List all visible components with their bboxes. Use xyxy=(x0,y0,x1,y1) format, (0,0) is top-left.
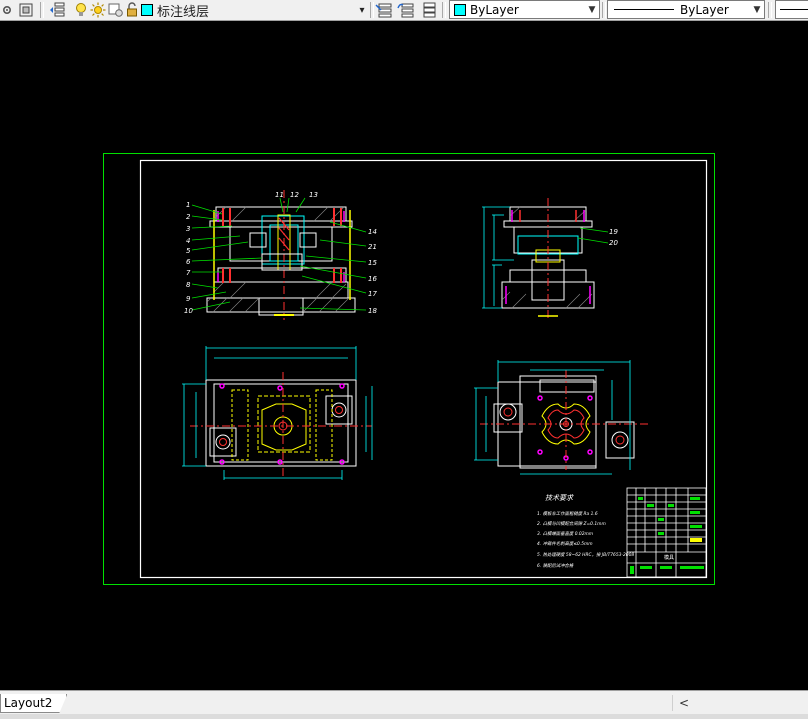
status-strip xyxy=(0,714,808,719)
tech-req-line: 5. 热处理硬度 58~62 HRC，按 JB/T7653-2008 xyxy=(537,552,634,558)
sun-thaw-icon[interactable] xyxy=(90,1,106,19)
drawing-frame xyxy=(139,159,708,579)
balloon-label: 16 xyxy=(368,275,377,283)
balloon-label: 13 xyxy=(309,191,318,199)
layer-state-icon[interactable] xyxy=(17,1,35,19)
drawing-canvas[interactable]: 1 2 3 4 5 6 7 8 9 10 11 12 13 14 21 15 1… xyxy=(0,21,808,690)
balloon-label: 6 xyxy=(186,258,191,266)
balloon-label: 18 xyxy=(368,307,377,315)
tech-req-line: 2. 凸模与凹模配合间隙 Z=0.1mm xyxy=(537,521,606,527)
balloons-side: 19 20 xyxy=(609,228,618,247)
paper-layout: 1 2 3 4 5 6 7 8 9 10 11 12 13 14 21 15 1… xyxy=(103,153,715,585)
layer-previous-icon[interactable] xyxy=(397,1,415,19)
scroll-left-button[interactable]: < xyxy=(679,696,689,710)
technical-requirements: 技术要求 1. 模板非工作面粗糙度 Ra 1.6 2. 凸模与凹模配合间隙 Z=… xyxy=(537,494,634,569)
balloon-label: 4 xyxy=(186,237,190,245)
balloon-label: 15 xyxy=(368,259,377,267)
top-view xyxy=(182,346,373,480)
linetype-combo-value: ByLayer xyxy=(680,2,729,17)
balloon-label: 11 xyxy=(275,191,284,199)
linetype-combo[interactable]: ByLayer ▼ xyxy=(607,0,765,19)
tech-req-line: 3. 凸模端面垂直度 0.02mm xyxy=(537,531,593,537)
balloon-label: 7 xyxy=(186,269,191,277)
title-block-caption: 模具 xyxy=(664,554,674,561)
side-view xyxy=(482,198,609,318)
balloon-label: 10 xyxy=(184,307,193,315)
layout-tab-bar: Layout2 < xyxy=(0,690,808,719)
lock-open-icon[interactable] xyxy=(125,1,139,19)
chevron-down-icon[interactable]: ▼ xyxy=(585,1,599,18)
balloon-label: 21 xyxy=(368,243,377,251)
chevron-down-icon[interactable]: ▼ xyxy=(750,1,764,18)
balloon-label: 5 xyxy=(186,247,191,255)
tech-req-title: 技术要求 xyxy=(545,494,574,502)
tech-req-line: 1. 模板非工作面粗糙度 Ra 1.6 xyxy=(537,511,598,517)
lineweight-preview-line xyxy=(780,9,808,10)
layer-manager-icon[interactable] xyxy=(48,1,68,19)
balloon-label: 2 xyxy=(186,213,191,221)
balloon-label: 12 xyxy=(290,191,299,199)
layer-color-swatch xyxy=(141,1,153,19)
balloon-label: 8 xyxy=(186,281,191,289)
toolbar-separator xyxy=(40,2,44,18)
color-swatch xyxy=(454,3,466,16)
color-combo-value: ByLayer xyxy=(470,2,519,17)
layer-dropdown-icon[interactable]: ▾ xyxy=(355,1,369,19)
tech-req-line: 6. 装配后试冲合格 xyxy=(537,563,574,569)
title-block: 模具 xyxy=(626,487,707,578)
toolbar-separator xyxy=(768,2,772,18)
paper-border xyxy=(103,153,715,585)
layer-name[interactable]: 标注线层 xyxy=(157,1,209,20)
balloon-label: 20 xyxy=(609,239,618,247)
balloons-top: 11 12 13 xyxy=(275,191,318,199)
balloon-label: 17 xyxy=(368,290,377,298)
tech-req-line: 4. 冲裁件毛刺高度≤0.5mm xyxy=(537,541,593,547)
balloon-label: 1 xyxy=(186,201,190,209)
properties-toolbar: 标注线层 ▾ ByLayer ▼ ByLayer ▼ xyxy=(0,0,808,21)
toolbar-separator xyxy=(370,2,374,18)
front-view xyxy=(191,190,367,320)
tab-layout2[interactable]: Layout2 xyxy=(0,694,68,713)
settings-icon[interactable] xyxy=(0,1,14,19)
balloon-label: 14 xyxy=(368,228,377,236)
match-layer-icon[interactable] xyxy=(375,1,393,19)
balloon-label: 9 xyxy=(186,295,191,303)
die-plan-view xyxy=(474,360,648,475)
horizontal-scrollbar[interactable]: < xyxy=(672,695,808,711)
balloons-right: 14 21 15 16 17 18 xyxy=(368,228,377,315)
toolbar-separator xyxy=(442,2,446,18)
toolbar-separator xyxy=(602,2,606,18)
layer-color-box xyxy=(141,4,153,16)
lineweight-combo[interactable] xyxy=(775,0,808,19)
balloon-label: 3 xyxy=(186,225,190,233)
layer-states-icon[interactable] xyxy=(420,1,438,19)
linetype-preview-line xyxy=(614,9,674,10)
balloon-label: 19 xyxy=(609,228,618,236)
bulb-on-icon[interactable] xyxy=(74,1,88,19)
viewport-freeze-icon[interactable] xyxy=(108,1,124,19)
color-combo[interactable]: ByLayer ▼ xyxy=(449,0,600,19)
